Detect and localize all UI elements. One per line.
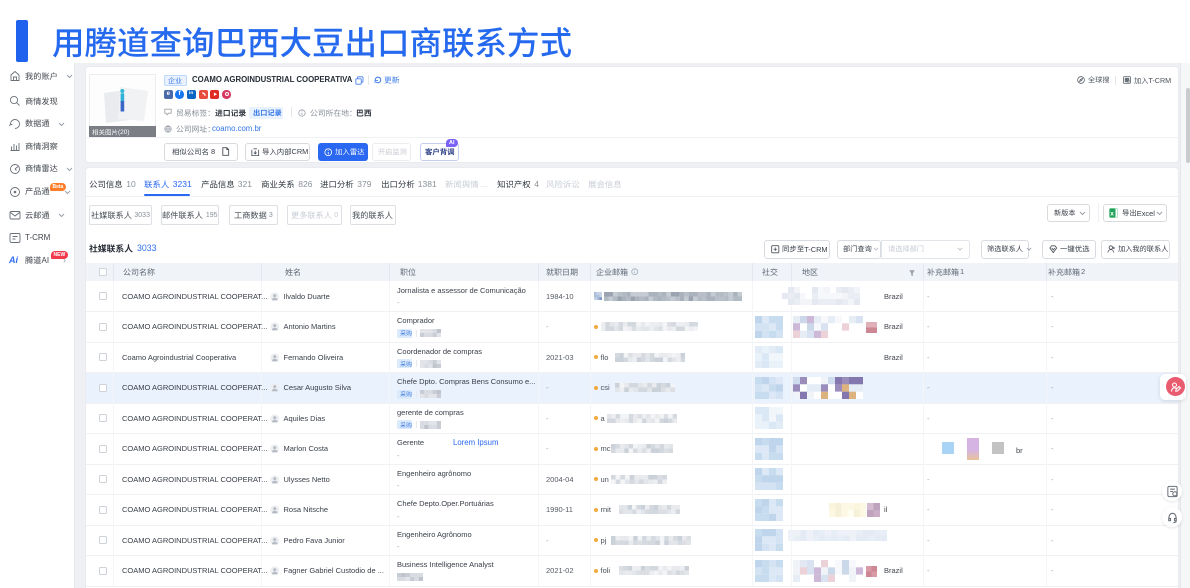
svg-text:x: x [1110,211,1114,218]
